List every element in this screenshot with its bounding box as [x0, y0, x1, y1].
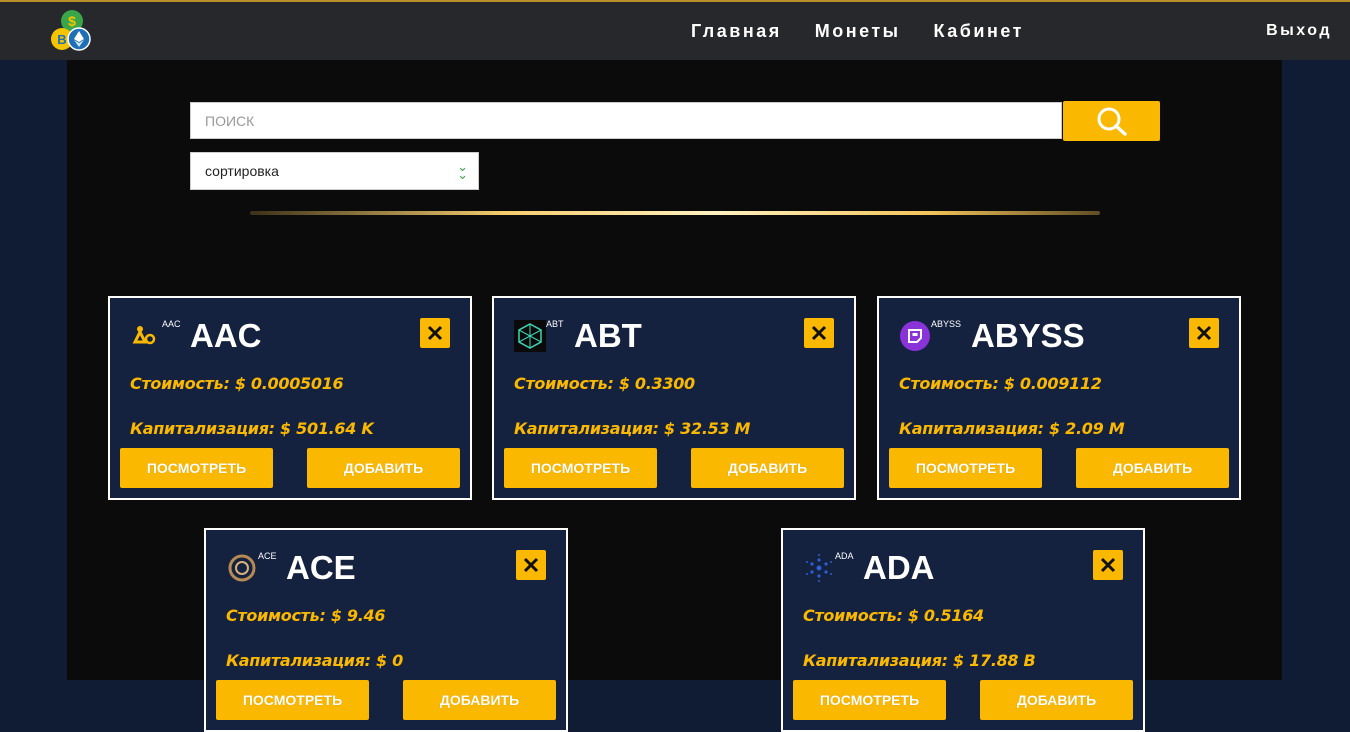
add-coin-button[interactable]: ДОБАВИТЬ: [403, 680, 556, 720]
view-coin-button[interactable]: ПОСМОТРЕТЬ: [504, 448, 657, 488]
coin-market-cap: Капитализация: $ 0: [226, 651, 403, 670]
remove-coin-button[interactable]: [516, 550, 546, 580]
svg-text:$: $: [68, 13, 76, 29]
ace-logo-icon: [228, 554, 256, 582]
close-icon: [427, 325, 443, 341]
coin-market-cap: Капитализация: $ 2.09 M: [899, 419, 1125, 438]
coin-price: Стоимость: $ 0.5164: [803, 606, 984, 625]
add-coin-button[interactable]: ДОБАВИТЬ: [307, 448, 460, 488]
remove-coin-button[interactable]: [1189, 318, 1219, 348]
add-coin-button[interactable]: ДОБАВИТЬ: [1076, 448, 1229, 488]
close-icon: [1100, 557, 1116, 573]
search-icon: [1097, 107, 1127, 136]
view-coin-button[interactable]: ПОСМОТРЕТЬ: [216, 680, 369, 720]
add-coin-button[interactable]: ДОБАВИТЬ: [691, 448, 844, 488]
site-logo-icon[interactable]: $ B: [48, 8, 94, 54]
coin-name: ADA: [863, 549, 935, 586]
gold-divider: [250, 211, 1100, 215]
coin-name: ABT: [574, 317, 642, 354]
coin-market-cap: Капитализация: $ 32.53 M: [514, 419, 751, 438]
coin-card-abyss: ABYSS ABYSS Стоимость: $ 0.009112 Капита…: [877, 296, 1241, 500]
close-icon: [1196, 325, 1212, 341]
close-icon: [811, 325, 827, 341]
coin-ticker-small: ABT: [546, 319, 564, 329]
chevron-double-down-icon: ⌄ ⌄: [457, 159, 468, 182]
search-button[interactable]: [1063, 101, 1160, 141]
coin-ticker-small: AAC: [162, 319, 181, 329]
coin-name: ABYSS: [971, 317, 1085, 354]
logout-link[interactable]: Выход: [1266, 2, 1332, 60]
coin-name: ACE: [286, 549, 356, 586]
view-coin-button[interactable]: ПОСМОТРЕТЬ: [120, 448, 273, 488]
close-icon: [523, 557, 539, 573]
coin-market-cap: Капитализация: $ 501.64 K: [130, 419, 374, 438]
abt-logo-icon: [514, 320, 546, 352]
coin-name: AAC: [190, 317, 262, 354]
view-coin-button[interactable]: ПОСМОТРЕТЬ: [793, 680, 946, 720]
main-nav: Главная Монеты Кабинет: [691, 2, 1057, 60]
nav-cabinet-link[interactable]: Кабинет: [934, 21, 1024, 42]
coin-price: Стоимость: $ 0.3300: [514, 374, 695, 393]
abyss-logo-icon: [900, 321, 930, 351]
coin-card-abt: ABT ABT Стоимость: $ 0.3300 Капитализаци…: [492, 296, 856, 500]
coin-card-ace: ACE ACE Стоимость: $ 9.46 Капитализация:…: [204, 528, 568, 732]
coin-ticker-small: ABYSS: [931, 319, 962, 329]
coin-price: Стоимость: $ 0.009112: [899, 374, 1102, 393]
sort-select-value: сортировка: [205, 163, 279, 179]
coin-card-ada: ADA ADA Стоимость: $ 0.5164 Капитализаци…: [781, 528, 1145, 732]
ada-logo-icon: [806, 554, 832, 582]
add-coin-button[interactable]: ДОБАВИТЬ: [980, 680, 1133, 720]
aac-logo-icon: [132, 326, 156, 345]
svg-text:B: B: [57, 32, 66, 47]
remove-coin-button[interactable]: [804, 318, 834, 348]
coin-ticker-small: ACE: [258, 551, 277, 561]
coin-price: Стоимость: $ 0.0005016: [130, 374, 344, 393]
top-navbar: $ B Главная Монеты Кабинет Выход: [0, 0, 1350, 60]
sort-select[interactable]: сортировка ⌄ ⌄: [190, 152, 479, 190]
coin-ticker-small: ADA: [835, 551, 854, 561]
nav-coins-link[interactable]: Монеты: [815, 21, 901, 42]
remove-coin-button[interactable]: [1093, 550, 1123, 580]
view-coin-button[interactable]: ПОСМОТРЕТЬ: [889, 448, 1042, 488]
coin-card-aac: AAC AAC Стоимость: $ 0.0005016 Капитализ…: [108, 296, 472, 500]
remove-coin-button[interactable]: [420, 318, 450, 348]
search-input[interactable]: [190, 102, 1062, 139]
coin-market-cap: Капитализация: $ 17.88 B: [803, 651, 1036, 670]
nav-home-link[interactable]: Главная: [691, 21, 782, 42]
coin-price: Стоимость: $ 9.46: [226, 606, 386, 625]
